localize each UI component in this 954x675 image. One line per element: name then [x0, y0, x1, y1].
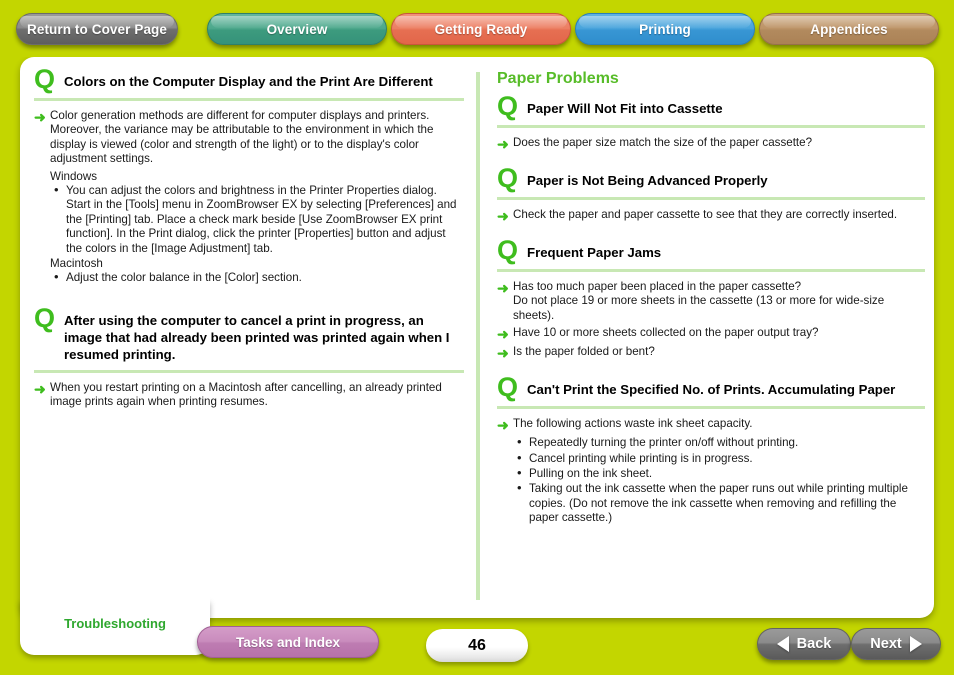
answer-text: Have 10 or more sheets collected on the …: [513, 326, 819, 340]
arrow-bullet-icon: ➜: [497, 345, 509, 362]
tab-printing[interactable]: Printing: [575, 13, 755, 45]
next-label: Next: [870, 636, 902, 652]
right-column: Paper Problems Q Paper Will Not Fit into…: [497, 70, 925, 527]
question-heading: Frequent Paper Jams: [527, 245, 662, 260]
question-block-paper-fit: Q Paper Will Not Fit into Cassette: [497, 91, 925, 121]
arrow-bullet-icon: ➜: [497, 208, 509, 224]
list-item: Cancel printing while printing is in pro…: [513, 451, 925, 466]
answer-item: ➜ Check the paper and paper cassette to …: [497, 208, 925, 224]
answer-text: Does the paper size match the size of th…: [513, 136, 813, 149]
troubleshooting-label[interactable]: Troubleshooting: [20, 600, 210, 648]
list-item: Taking out the ink cassette when the pap…: [513, 481, 925, 525]
question-heading: Paper is Not Being Advanced Properly: [527, 173, 768, 188]
list-item: You can adjust the colors and brightness…: [50, 183, 464, 256]
list-item: Adjust the color balance in the [Color] …: [50, 270, 464, 285]
top-navigation-bar: Return to Cover Page Overview Getting Re…: [0, 0, 954, 57]
answer-item: ➜ When you restart printing on a Macinto…: [34, 381, 464, 410]
windows-bullet-list: You can adjust the colors and brightness…: [50, 183, 464, 256]
arrow-bullet-icon: ➜: [497, 326, 509, 343]
tab-printing-label: Printing: [639, 22, 691, 37]
answer-text: The following actions waste ink sheet ca…: [513, 417, 753, 431]
arrow-bullet-icon: ➜: [34, 380, 46, 397]
answer-item: ➜ Have 10 or more sheets collected on th…: [497, 326, 925, 342]
arrow-bullet-icon: ➜: [497, 280, 509, 296]
heading-rule: [497, 125, 925, 128]
question-block-specified-prints: Q Can't Print the Specified No. of Print…: [497, 372, 925, 403]
page-number: 46: [468, 637, 486, 654]
answer-line-1: Has too much paper been placed in the pa…: [513, 280, 802, 293]
question-heading: After using the computer to cancel a pri…: [64, 312, 450, 362]
tab-getting-ready-label: Getting Ready: [434, 22, 528, 37]
answer-item: ➜ Is the paper folded or bent?: [497, 345, 925, 361]
heading-rule: [497, 269, 925, 272]
list-item: Pulling on the ink sheet.: [513, 466, 925, 481]
return-to-cover-page-label: Return to Cover Page: [26, 22, 168, 37]
tab-appendices-label: Appendices: [810, 22, 888, 37]
tab-getting-ready[interactable]: Getting Ready: [391, 13, 571, 45]
question-block-paper-jams: Q Frequent Paper Jams: [497, 235, 925, 265]
question-mark-icon: Q: [497, 235, 519, 265]
page-number-box: 46: [426, 629, 528, 662]
heading-rule: [497, 197, 925, 200]
back-button[interactable]: Back: [757, 628, 851, 660]
heading-rule: [497, 406, 925, 410]
windows-label: Windows: [50, 169, 98, 183]
answer-text: Check the paper and paper cassette to se…: [513, 208, 898, 221]
question-heading: Colors on the Computer Display and the P…: [64, 74, 433, 89]
question-block-paper-advance: Q Paper is Not Being Advanced Properly: [497, 163, 925, 193]
question-mark-icon: Q: [497, 372, 519, 403]
question-heading: Paper Will Not Fit into Cassette: [527, 101, 723, 116]
answer-line-2: Do not place 19 or more sheets in the ca…: [513, 294, 885, 322]
answer-text: Has too much paper been placed in the pa…: [513, 280, 925, 323]
answer-text: When you restart printing on a Macintosh…: [50, 380, 442, 409]
question-mark-icon: Q: [497, 163, 519, 193]
question-heading: Can't Print the Specified No. of Prints.…: [527, 382, 896, 398]
chevron-left-icon: [776, 636, 789, 652]
tab-overview[interactable]: Overview: [207, 13, 387, 45]
tasks-and-index-label: Tasks and Index: [235, 635, 341, 650]
arrow-bullet-icon: ➜: [497, 417, 509, 434]
tab-appendices[interactable]: Appendices: [759, 13, 939, 45]
answer-item: ➜ Has too much paper been placed in the …: [497, 280, 925, 323]
heading-rule: [34, 369, 464, 373]
tasks-and-index-button[interactable]: Tasks and Index: [197, 626, 379, 658]
question-mark-icon: Q: [34, 302, 56, 333]
next-button[interactable]: Next: [851, 628, 941, 660]
heading-rule: [34, 98, 464, 101]
chevron-right-icon: [909, 636, 922, 652]
left-column: Q Colors on the Computer Display and the…: [34, 64, 464, 413]
arrow-bullet-icon: ➜: [497, 136, 509, 152]
macintosh-bullet-list: Adjust the color balance in the [Color] …: [50, 270, 464, 285]
answer-item: ➜ Color generation methods are different…: [34, 109, 464, 167]
question-block-colors-differ: Q Colors on the Computer Display and the…: [34, 64, 464, 94]
arrow-bullet-icon: ➜: [34, 109, 46, 125]
back-label: Back: [796, 636, 832, 652]
return-to-cover-page-button[interactable]: Return to Cover Page: [16, 13, 178, 45]
answer-item: ➜ The following actions waste ink sheet …: [497, 417, 925, 433]
answer-item: ➜ Does the paper size match the size of …: [497, 136, 925, 152]
macintosh-label: Macintosh: [50, 257, 103, 271]
answer-text: Color generation methods are different f…: [50, 109, 434, 166]
question-mark-icon: Q: [497, 91, 519, 121]
tab-overview-label: Overview: [266, 22, 328, 37]
answer-text: Is the paper folded or bent?: [513, 345, 655, 359]
list-item: Repeatedly turning the printer on/off wi…: [513, 435, 925, 450]
waste-actions-list: Repeatedly turning the printer on/off wi…: [513, 435, 925, 525]
page-content: Q Colors on the Computer Display and the…: [0, 0, 954, 618]
section-title-paper-problems: Paper Problems: [497, 70, 619, 87]
question-block-cancel-print: Q After using the computer to cancel a p…: [34, 302, 464, 363]
question-mark-icon: Q: [34, 64, 56, 94]
